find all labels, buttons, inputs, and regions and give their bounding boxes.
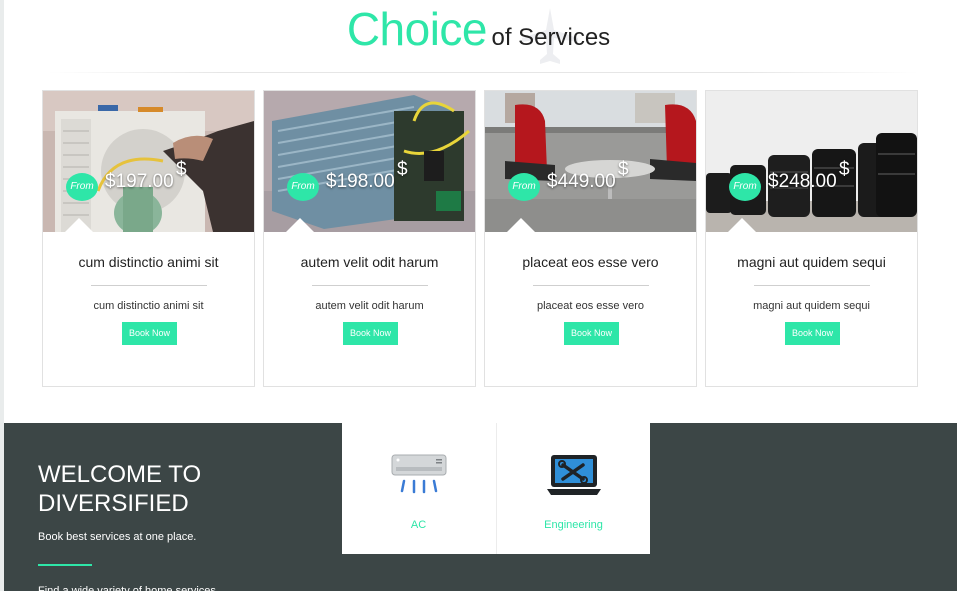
card-price: $449.00 [547,171,616,192]
from-badge: From [729,173,761,201]
book-now-button[interactable]: Book Now [343,322,398,345]
card-title: magni aut quidem sequi [737,254,886,270]
service-categories: AC Engineering [342,423,650,554]
welcome-tagline: Book best services at one place. [38,531,197,543]
book-now-button[interactable]: Book Now [564,322,619,345]
card-title: cum distinctio animi sit [78,254,219,270]
welcome-divider [38,564,92,566]
service-card[interactable]: From $248.00 $ magni aut quidem sequi ma… [705,90,918,387]
service-card[interactable]: From $449.00 $ placeat eos esse vero pla… [484,90,697,387]
from-badge: From [287,173,319,201]
from-badge: From [66,173,98,201]
card-image-office [485,91,696,232]
card-subtitle: magni aut quidem sequi [753,300,870,312]
book-now-button[interactable]: Book Now [122,322,177,345]
service-category-label: Engineering [544,519,603,531]
service-category-label: AC [410,519,427,531]
card-notch [507,218,535,232]
card-price: $248.00 [768,171,837,192]
heading-highlight: Choice [346,3,488,55]
air-conditioner-icon [391,454,447,494]
card-notch [286,218,314,232]
service-category-ac[interactable]: AC [342,423,495,554]
card-title: autem velit odit harum [300,254,439,270]
heading-rest: of Services [491,24,611,51]
card-notch [65,218,93,232]
card-divider [754,285,870,286]
card-subtitle: cum distinctio animi sit [93,300,204,312]
section-heading: Choice of Services [0,2,957,56]
card-divider [91,285,207,286]
welcome-description: Find a wide variety of home services [38,585,216,597]
card-divider [312,285,428,286]
card-image-ac-repair [43,91,254,232]
service-card[interactable]: From $198.00 $ autem velit odit harum au… [263,90,476,387]
card-subtitle: placeat eos esse vero [536,300,644,312]
card-currency: $ [839,159,850,180]
welcome-section: WELCOME TO DIVERSIFIED Book best service… [4,423,957,597]
card-image-ac-unit [264,91,475,232]
welcome-title-line1: WELCOME TO [38,461,202,488]
card-divider [533,285,649,286]
card-subtitle: autem velit odit harum [315,300,424,312]
card-currency: $ [176,159,187,180]
heading-divider [48,72,918,73]
welcome-title: WELCOME TO DIVERSIFIED [38,460,201,518]
service-card[interactable]: From $197.00 $ cum distinctio animi sit … [42,90,255,387]
card-title: placeat eos esse vero [522,254,659,270]
welcome-title-line2: DIVERSIFIED [38,490,189,517]
card-image-water-tanks [706,91,917,232]
card-currency: $ [618,159,629,180]
from-badge: From [508,173,540,201]
book-now-button[interactable]: Book Now [785,322,840,345]
card-price: $197.00 [105,171,174,192]
card-currency: $ [397,159,408,180]
service-category-engineering[interactable]: Engineering [496,423,650,554]
laptop-tools-icon [547,455,601,495]
card-price: $198.00 [326,171,395,192]
card-notch [728,218,756,232]
